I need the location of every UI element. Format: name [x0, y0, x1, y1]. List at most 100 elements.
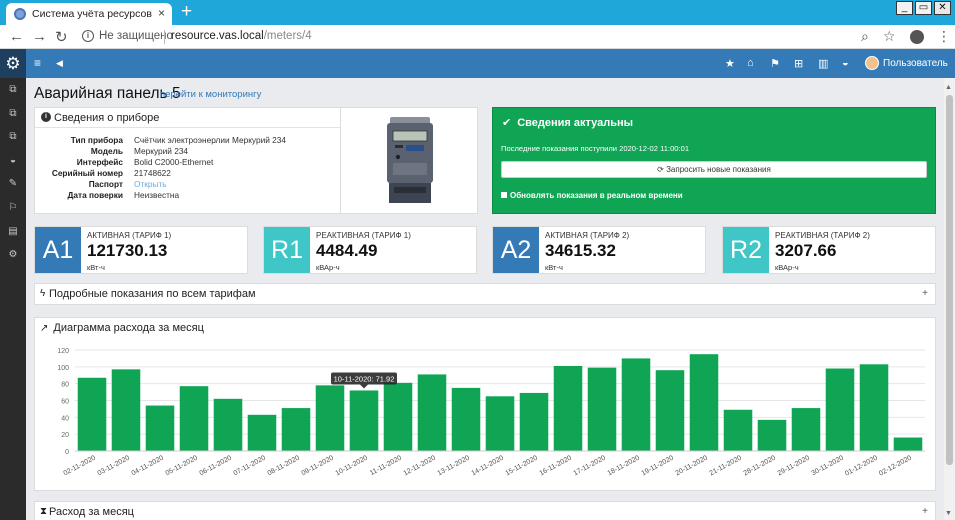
monthly-usage-title: Расход за месяц	[49, 506, 134, 518]
back-icon[interactable]: ←	[9, 28, 24, 45]
info-row-serial: Серийный номер 21748622	[35, 168, 351, 179]
y-tick-label: 100	[57, 365, 69, 372]
url-path: /meters/4	[263, 30, 312, 42]
dashboard-icon[interactable]: ◒	[842, 57, 849, 69]
app-logo-icon[interactable]: ⚙	[0, 49, 26, 78]
scrollbar-thumb[interactable]	[946, 95, 953, 465]
close-window-button[interactable]: ✕	[934, 1, 951, 15]
checkbox-box[interactable]	[501, 192, 507, 198]
detailed-readings-title: Подробные показания по всем тарифам	[49, 288, 256, 300]
x-tick-label: 04-11-2020	[130, 455, 165, 478]
hourglass-icon: ⧗	[40, 506, 48, 517]
new-tab-button[interactable]: +	[181, 1, 192, 23]
info-key: Дата поверки	[67, 190, 123, 200]
user-menu[interactable]: Пользователь	[883, 58, 948, 69]
info-icon[interactable]: i	[82, 30, 94, 42]
monthly-usage-panel[interactable]: ⧗ Расход за месяц +	[34, 501, 936, 520]
sidebar-copy-icon[interactable]: ⧉	[7, 84, 19, 96]
request-readings-button[interactable]: ⟳ Запросить новые показания	[501, 161, 927, 178]
detailed-readings-panel[interactable]: ϟ Подробные показания по всем тарифам +	[34, 283, 936, 305]
chart-panel: ↗ Диаграмма расхода за месяц 0 20 40 60 80 100…	[34, 317, 936, 491]
building-icon[interactable]: ▥	[818, 57, 828, 70]
sidebar: ⧉ ⧉ ⧉ ◒ ✎ ⚐ ▤ ⚙	[0, 78, 26, 520]
security-label[interactable]: Не защищено	[99, 30, 173, 42]
maximize-button[interactable]: ▭	[915, 1, 932, 15]
chart-header: ↗ Диаграмма расхода за месяц	[40, 322, 204, 334]
x-tick-label: 14-11-2020	[470, 455, 505, 478]
passport-link[interactable]: Открыть	[134, 179, 167, 189]
chart-bar	[689, 354, 719, 451]
url-separator	[164, 30, 165, 44]
status-title-text: Сведения актуальны	[517, 117, 634, 129]
zoom-icon[interactable]: ⌕	[861, 28, 869, 45]
sidebar-settings-icon[interactable]: ⚙	[7, 249, 19, 261]
avatar[interactable]	[865, 56, 879, 70]
institution-icon[interactable]: ⌂	[747, 57, 754, 69]
sidebar-edit-icon[interactable]: ✎	[7, 178, 19, 190]
collapse-sidebar-icon[interactable]: ◀	[56, 58, 63, 69]
chart-tooltip-text: 10-11-2020: 71.92	[334, 374, 395, 383]
tariff-unit: кВАр-ч	[775, 263, 799, 272]
tariff-badge: A1	[35, 227, 81, 273]
chart-bar	[417, 374, 447, 451]
monitoring-link[interactable]: перейти к мониторингу	[160, 89, 261, 100]
tariff-label: АКТИВНАЯ (ТАРИФ 1)	[87, 231, 172, 240]
star-icon[interactable]: ★	[725, 57, 735, 70]
x-tick-label: 01-12-2020	[844, 455, 879, 478]
chart-bar	[485, 396, 515, 451]
sidebar-copy-icon-2[interactable]: ⧉	[7, 108, 19, 120]
sidebar-dashboard-icon[interactable]: ◒	[7, 155, 19, 167]
request-readings-label: Запросить новые показания	[666, 165, 771, 174]
chart-bar	[825, 368, 855, 451]
address-bar: ← → ↻ i Не защищено resource.vas.local/m…	[0, 25, 955, 49]
tariff-label: РЕАКТИВНАЯ (ТАРИФ 1)	[316, 231, 411, 240]
x-tick-label: 09-11-2020	[300, 455, 335, 478]
x-tick-label: 13-11-2020	[436, 455, 471, 478]
main-content: Аварийная панель 5 перейти к мониторингу…	[26, 78, 955, 520]
account-icon[interactable]	[910, 30, 924, 44]
chart-bar	[519, 392, 549, 451]
chart-bar	[587, 367, 617, 451]
scroll-down-icon[interactable]: ▼	[945, 510, 952, 517]
tariff-value: 4484.49	[316, 241, 378, 260]
sidebar-copy-icon-3[interactable]: ⧉	[7, 131, 19, 143]
page-title: Аварийная панель 5	[34, 85, 181, 102]
browser-tab[interactable]: Система учёта ресурсов ×	[6, 3, 172, 25]
menu-dots-icon[interactable]: ⋮	[937, 28, 951, 45]
scroll-up-icon[interactable]: ▲	[945, 84, 952, 91]
device-image-panel	[340, 107, 478, 214]
x-tick-label: 19-11-2020	[640, 455, 675, 478]
chart-bar	[553, 365, 583, 451]
tariff-value: 3207.66	[775, 241, 837, 260]
device-info-panel: i Сведения о приборе Тип прибора Счётчик…	[34, 107, 352, 214]
expand-plus-icon[interactable]: +	[922, 506, 928, 517]
realtime-checkbox[interactable]: Обновлять показания в реальном времени	[501, 191, 683, 200]
url-field[interactable]: resource.vas.local/meters/4	[171, 30, 312, 42]
realtime-label: Обновлять показания в реальном времени	[510, 191, 683, 200]
chart-tooltip-arrow	[360, 384, 368, 389]
sidebar-flag-icon[interactable]: ⚐	[7, 202, 19, 214]
x-tick-label: 21-11-2020	[708, 455, 743, 478]
expand-plus-icon[interactable]: +	[922, 288, 928, 299]
chart-bar	[621, 358, 651, 451]
x-tick-label: 10-11-2020	[334, 455, 369, 478]
minimize-button[interactable]: _	[896, 1, 913, 15]
chart-bar	[315, 385, 345, 451]
chart-bar	[655, 370, 685, 451]
info-row-passport: Паспорт Открыть	[35, 179, 351, 190]
x-tick-label: 30-11-2020	[810, 455, 845, 478]
chart-bar	[791, 408, 821, 451]
y-tick-label: 60	[61, 399, 69, 406]
bookmark-star-icon[interactable]: ☆	[883, 28, 896, 45]
flag-icon[interactable]: ⚑	[770, 57, 780, 70]
chart-bar	[111, 369, 141, 451]
sidebar-book-icon[interactable]: ▤	[7, 226, 19, 238]
info-key: Тип прибора	[70, 135, 123, 145]
tab-title: Система учёта ресурсов	[32, 8, 152, 20]
tab-close-icon[interactable]: ×	[158, 6, 165, 20]
forward-icon[interactable]: →	[32, 28, 47, 45]
reload-icon[interactable]: ↻	[55, 28, 68, 46]
x-tick-label: 02-12-2020	[878, 455, 913, 478]
sitemap-icon[interactable]: ⊞	[794, 57, 803, 70]
hamburger-icon[interactable]: ≡	[34, 56, 41, 70]
